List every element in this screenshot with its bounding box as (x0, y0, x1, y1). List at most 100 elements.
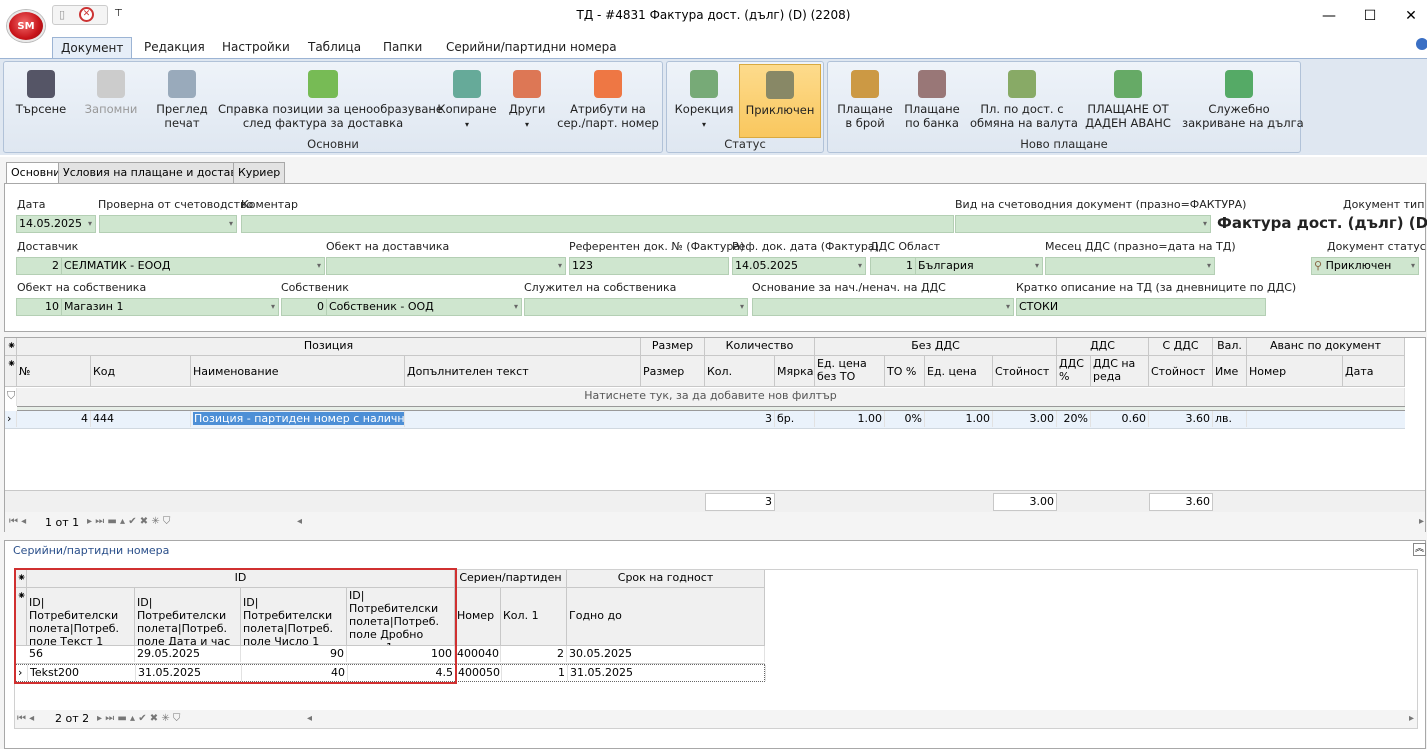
employee-field[interactable]: ▾ (524, 298, 748, 316)
supplier-label: Доставчик (17, 240, 79, 253)
first-record-icon[interactable]: ⏮ ◂ (17, 713, 34, 724)
col-value[interactable]: Стойност (993, 356, 1057, 387)
col-vat-row[interactable]: ДДС на реда (1091, 356, 1149, 387)
supplier-field[interactable]: СЕЛМАТИК - ЕООД ▾ (61, 257, 325, 275)
vat-basis-field[interactable]: ▾ (752, 298, 1014, 316)
col-code[interactable]: Код (91, 356, 191, 387)
comment-field[interactable] (241, 215, 954, 233)
vat-area-id-field[interactable]: 1 (870, 257, 916, 275)
collapse-icon[interactable]: ︽ (1413, 543, 1426, 556)
doc-status-field[interactable]: ⚲ Приключен ▾ (1311, 257, 1419, 275)
closed-status-button[interactable]: Приключен (739, 64, 821, 138)
cash-icon (851, 70, 879, 98)
col-user-decimal[interactable]: ID|Потребителски полета|Потреб. поле Дро… (347, 588, 455, 646)
band-vat: ДДС (1057, 338, 1149, 356)
tab-table[interactable]: Таблица (300, 37, 369, 59)
other-button[interactable]: Други ▾ (504, 64, 550, 138)
col-expiry[interactable]: Годно до (567, 588, 765, 646)
help-icon[interactable] (1416, 38, 1427, 50)
col-size[interactable]: Размер (641, 356, 705, 387)
col-price[interactable]: Ед. цена (925, 356, 993, 387)
scroll-left-icon[interactable]: ◂ (307, 713, 312, 724)
search-button[interactable]: Търсене (8, 64, 74, 138)
col-user-datetime[interactable]: ID|Потребителски полета|Потреб. поле Дат… (135, 588, 241, 646)
table-row[interactable]: › Tekst200 31.05.2025 40 4.5 400050 1 31… (15, 664, 766, 682)
col-price-no-disc[interactable]: Ед. цена без ТО (815, 356, 885, 387)
close-button[interactable]: ✕ (1396, 6, 1426, 26)
supplier-id-field[interactable]: 2 (16, 257, 62, 275)
checked-field[interactable]: ▾ (99, 215, 237, 233)
col-user-text[interactable]: ID|Потребителски полета|Потреб. поле Тек… (27, 588, 135, 646)
col-qty[interactable]: Кол. (705, 356, 775, 387)
nav-buttons-icon[interactable]: ▸ ⏭ ▬ ▴ ✔ ✖ ✳ ⛉ (87, 516, 170, 527)
filter-row[interactable]: Натиснете тук, за да добавите нов филтър (17, 388, 1405, 406)
ribbon: Търсене Запомни Преглед печат Справка по… (0, 58, 1427, 155)
tab-basic[interactable]: Основни (6, 162, 66, 184)
pricing-report-button[interactable]: Справка позиции за ценообразуване след ф… (218, 64, 443, 138)
supplier-object-field[interactable]: ▾ (326, 257, 566, 275)
tab-settings[interactable]: Настройки (214, 37, 298, 59)
col-vat-pct[interactable]: ДДС % (1057, 356, 1091, 387)
pay-advance-button[interactable]: ПЛАЩАНЕ ОТ ДАДЕН АВАНС (1080, 64, 1176, 138)
col-qty1[interactable]: Кол. 1 (501, 588, 567, 646)
tab-courier[interactable]: Куриер (233, 162, 286, 184)
filter-icon[interactable]: ⛉ (5, 388, 17, 406)
col-adv-number[interactable]: Номер (1247, 356, 1343, 387)
table-row[interactable]: › 4 444 Позиция - партиден номер с налич… (5, 411, 1405, 429)
tab-document[interactable]: Документ (52, 37, 133, 59)
col-user-number[interactable]: ID|Потребителски полета|Потреб. поле Чис… (241, 588, 347, 646)
acc-doc-field[interactable]: ▾ (955, 215, 1211, 233)
doc-type-label: Документ тип (1343, 198, 1425, 211)
col-adv-date[interactable]: Дата (1343, 356, 1405, 387)
correction-button[interactable]: Корекция ▾ (671, 64, 737, 138)
close-debt-button[interactable]: Служебно закриване на дълга (1182, 64, 1304, 138)
save-button[interactable]: Запомни (78, 64, 144, 138)
ref-doc-field[interactable]: 123 (569, 257, 729, 275)
first-record-icon[interactable]: ⏮ ◂ (9, 516, 26, 527)
col-value-vat[interactable]: Стойност (1149, 356, 1213, 387)
col-disc[interactable]: ТО % (885, 356, 925, 387)
copy-button[interactable]: Копиране ▾ (436, 64, 498, 138)
tab-folders[interactable]: Папки (375, 37, 430, 59)
scroll-right-icon[interactable]: ▸ (1419, 516, 1424, 527)
owner-id-field[interactable]: 0 (281, 298, 327, 316)
pay-cash-button[interactable]: Плащане в брой (830, 64, 900, 138)
vat-area-field[interactable]: България ▾ (915, 257, 1043, 275)
owner-object-id-field[interactable]: 10 (16, 298, 62, 316)
print-preview-icon (168, 70, 196, 98)
grid-corner-icon[interactable]: ⁕ (5, 338, 17, 356)
vat-month-field[interactable]: ▾ (1045, 257, 1215, 275)
minimize-button[interactable]: — (1314, 6, 1344, 26)
owner-field[interactable]: Собственик - ООД ▾ (326, 298, 522, 316)
short-desc-field[interactable]: СТОКИ (1016, 298, 1266, 316)
tab-payment-delivery[interactable]: Условия на плащане и доставка (58, 162, 256, 184)
band-id: ID (27, 570, 455, 588)
position-name-cell[interactable]: Позиция - партиден номер с наличности (193, 412, 404, 425)
print-preview-button[interactable]: Преглед печат (152, 64, 212, 138)
band-qty: Количество (705, 338, 815, 356)
pay-bank-button[interactable]: Плащане по банка (898, 64, 966, 138)
group-main: Търсене Запомни Преглед печат Справка по… (3, 61, 663, 153)
ref-date-field[interactable]: 14.05.2025 ▾ (732, 257, 866, 275)
table-row[interactable]: 56 29.05.2025 90 100 400040 2 30.05.2025 (15, 646, 765, 664)
nav-buttons-icon[interactable]: ▸ ⏭ ▬ ▴ ✔ ✖ ✳ ⛉ (97, 713, 180, 724)
tab-edit[interactable]: Редакция (136, 37, 213, 59)
doc-type-value: Фактура дост. (дълг) (D) (1217, 214, 1427, 232)
tab-serial-numbers[interactable]: Серийни/партидни номера (438, 37, 625, 59)
col-currency-name[interactable]: Име (1213, 356, 1247, 387)
pay-fx-button[interactable]: Пл. по дост. с обмяна на валута (970, 64, 1078, 138)
col-name[interactable]: Наименование (191, 356, 405, 387)
owner-object-field[interactable]: Магазин 1 ▾ (61, 298, 279, 316)
attributes-button[interactable]: Атрибути на сер./парт. номер (556, 64, 660, 138)
advance-payment-icon (1114, 70, 1142, 98)
scroll-left-icon[interactable]: ◂ (297, 516, 302, 527)
scroll-right-icon[interactable]: ▸ (1409, 713, 1414, 724)
col-serial-number[interactable]: Номер (455, 588, 501, 646)
date-field[interactable]: 14.05.2025 ▾ (16, 215, 96, 233)
maximize-button[interactable]: ☐ (1355, 6, 1385, 26)
col-no[interactable]: № (17, 356, 91, 387)
close-debt-icon (1225, 70, 1253, 98)
app-logo[interactable]: SM (7, 10, 45, 42)
col-unit[interactable]: Мярка (775, 356, 815, 387)
col-extra-text[interactable]: Допълнителен текст (405, 356, 641, 387)
